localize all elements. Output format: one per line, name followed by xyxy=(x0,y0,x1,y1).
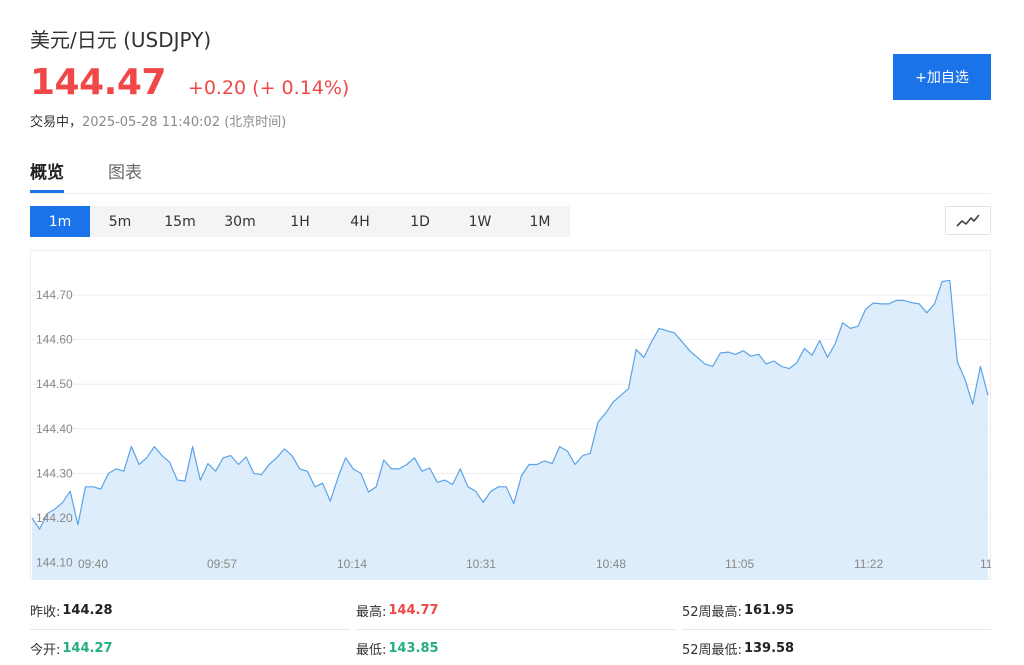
stat-label: 最低: xyxy=(356,643,387,658)
stat-label: 昨收: xyxy=(30,605,61,620)
stat-value: 144.77 xyxy=(388,603,439,618)
view-tabs: 概览 图表 xyxy=(30,150,991,194)
x-tick-label: 11:22 xyxy=(854,557,883,571)
x-tick-label: 10:31 xyxy=(466,557,496,571)
y-tick-label: 144.20 xyxy=(36,511,73,525)
x-tick-label: 11:3 xyxy=(980,557,991,571)
stat-value: 144.28 xyxy=(62,603,113,618)
y-tick-label: 144.10 xyxy=(36,556,73,570)
y-tick-label: 144.60 xyxy=(36,333,73,347)
stat-label: 52周最低: xyxy=(682,643,742,658)
period-5m[interactable]: 5m xyxy=(90,206,150,237)
chart-svg: 144.10 144.20 144.30 144.40 144.50 144.60 144.… xyxy=(30,250,991,580)
change-value: +0.20 xyxy=(187,77,247,99)
stat-prev-close: 昨收: 144.28 xyxy=(30,592,350,630)
stats-row: 昨收: 144.28 最高: 144.77 52周最高: 161.95 xyxy=(30,592,991,630)
stat-value: 144.27 xyxy=(62,641,113,656)
trading-status: 交易中，2025-05-28 11:40:02 (北京时间) xyxy=(30,111,286,130)
price-row: 144.47 +0.20 (+ 0.14%) xyxy=(30,62,349,103)
chart-type-button[interactable] xyxy=(945,206,991,235)
change-percent: (+ 0.14%) xyxy=(252,77,350,99)
period-1h[interactable]: 1H xyxy=(270,206,330,237)
period-1d[interactable]: 1D xyxy=(390,206,450,237)
stat-open: 今开: 144.27 xyxy=(30,630,350,665)
stat-52w-low: 52周最低: 139.58 xyxy=(682,630,991,665)
period-30m[interactable]: 30m xyxy=(210,206,270,237)
price-chart[interactable]: 144.10 144.20 144.30 144.40 144.50 144.60 144.… xyxy=(30,250,991,580)
y-tick-label: 144.30 xyxy=(36,466,73,480)
stat-low: 最低: 143.85 xyxy=(356,630,676,665)
x-tick-label: 09:40 xyxy=(78,557,108,571)
stat-label: 今开: xyxy=(30,643,61,658)
line-chart-icon xyxy=(956,213,980,227)
stats-table: 昨收: 144.28 最高: 144.77 52周最高: 161.95 今开: 144.… xyxy=(30,592,991,665)
current-price: 144.47 xyxy=(30,62,166,103)
stat-high: 最高: 144.77 xyxy=(356,592,676,630)
instrument-title: 美元/日元 (USDJPY) xyxy=(30,28,212,52)
period-1mo[interactable]: 1M xyxy=(510,206,570,237)
x-tick-label: 10:14 xyxy=(337,557,367,571)
period-1m[interactable]: 1m xyxy=(30,206,90,237)
x-tick-label: 10:48 xyxy=(596,557,626,571)
stat-label: 52周最高: xyxy=(682,605,742,620)
stat-value: 143.85 xyxy=(388,641,439,656)
stats-row: 今开: 144.27 最低: 143.85 52周最低: 139.58 xyxy=(30,630,991,665)
stat-value: 139.58 xyxy=(743,641,795,656)
stat-52w-high: 52周最高: 161.95 xyxy=(682,592,991,630)
status-label: 交易中， xyxy=(30,115,83,130)
stat-label: 最高: xyxy=(356,605,387,620)
x-tick-label: 11:05 xyxy=(725,557,754,571)
price-change: +0.20 (+ 0.14%) xyxy=(188,77,349,99)
x-tick-label: 09:57 xyxy=(207,557,237,571)
y-tick-label: 144.70 xyxy=(36,288,73,302)
y-tick-label: 144.40 xyxy=(36,422,73,436)
period-15m[interactable]: 15m xyxy=(150,206,210,237)
timestamp: 2025-05-28 11:40:02 (北京时间) xyxy=(82,115,287,130)
y-tick-label: 144.50 xyxy=(36,377,73,391)
period-selector: 1m 5m 15m 30m 1H 4H 1D 1W 1M xyxy=(30,206,570,237)
price-area xyxy=(32,280,988,580)
stat-value: 161.95 xyxy=(743,603,795,618)
period-4h[interactable]: 4H xyxy=(330,206,390,237)
tab-overview[interactable]: 概览 xyxy=(30,150,64,193)
tab-chart[interactable]: 图表 xyxy=(108,150,142,194)
add-watchlist-button[interactable]: +加自选 xyxy=(893,54,991,100)
period-1w[interactable]: 1W xyxy=(450,206,510,237)
